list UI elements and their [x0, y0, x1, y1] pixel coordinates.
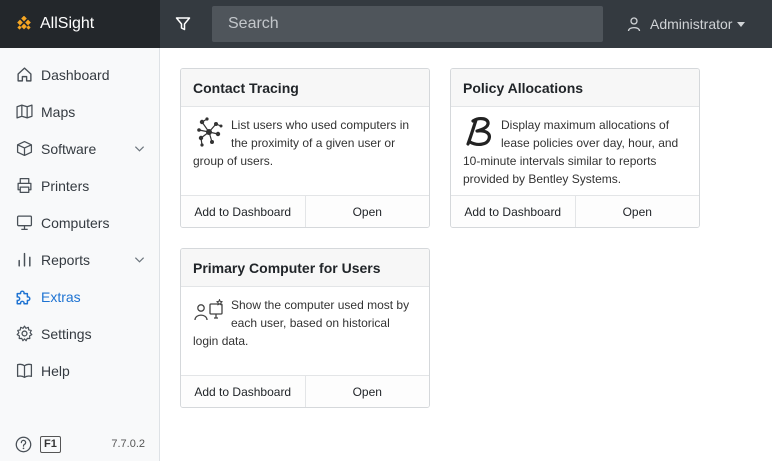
sidebar-footer: F1 7.7.0.2: [15, 434, 145, 454]
sidebar-item-label: Extras: [41, 288, 81, 305]
user-computer-icon: [194, 299, 223, 321]
card-primary-computer: Primary Computer for Users Show the comp…: [180, 248, 430, 408]
sidebar-item-help[interactable]: Help: [0, 352, 159, 389]
sidebar-item-label: Software: [41, 140, 97, 157]
sidebar-item-reports[interactable]: Reports: [0, 241, 159, 278]
user-menu[interactable]: Administrator: [626, 14, 746, 34]
sidebar-item-computers[interactable]: Computers: [0, 204, 159, 241]
card-body: List users who used computers in the pro…: [181, 107, 429, 195]
top-bar: AllSight Administrator: [0, 0, 772, 48]
card-title: Contact Tracing: [181, 69, 429, 107]
filter-button[interactable]: [172, 14, 194, 34]
monitor-icon: [15, 214, 33, 232]
add-to-dashboard-button[interactable]: Add to Dashboard: [181, 376, 305, 407]
sidebar-item-label: Dashboard: [41, 66, 110, 83]
card-footer: Add to Dashboard Open: [181, 375, 429, 407]
card-body: Display maximum allocations of lease pol…: [451, 107, 699, 195]
sidebar-item-maps[interactable]: Maps: [0, 93, 159, 130]
filter-icon: [175, 17, 191, 31]
book-icon: [15, 362, 33, 380]
puzzle-icon: [15, 288, 33, 306]
sidebar-item-dashboard[interactable]: Dashboard: [0, 56, 159, 93]
caret-down-icon: [737, 21, 746, 27]
version-label: 7.7.0.2: [111, 438, 145, 450]
allsight-logo-icon: [17, 16, 31, 30]
add-to-dashboard-button[interactable]: Add to Dashboard: [451, 196, 575, 227]
card-title: Primary Computer for Users: [181, 249, 429, 287]
card-description: Display maximum allocations of lease pol…: [463, 118, 679, 186]
card-title: Policy Allocations: [451, 69, 699, 107]
sidebar-item-label: Reports: [41, 251, 91, 268]
card-policy-allocations: Policy Allocations Display maximum alloc…: [450, 68, 700, 228]
card-description: Show the computer used most by each user…: [193, 298, 410, 348]
printer-icon: [15, 177, 33, 195]
map-icon: [15, 103, 33, 121]
sidebar-item-label: Help: [41, 362, 70, 379]
home-icon: [15, 66, 33, 84]
sidebar-item-extras[interactable]: Extras: [0, 278, 159, 315]
sidebar: Dashboard Maps Software Printers Compute…: [0, 48, 160, 461]
bentley-logo-icon: [466, 117, 491, 146]
brand[interactable]: AllSight: [0, 0, 160, 48]
open-button[interactable]: Open: [304, 376, 429, 407]
sidebar-item-label: Settings: [41, 325, 92, 342]
sidebar-item-software[interactable]: Software: [0, 130, 159, 167]
card-description: List users who used computers in the pro…: [193, 118, 410, 168]
card-footer: Add to Dashboard Open: [451, 195, 699, 227]
gear-icon: [15, 325, 33, 343]
bar-chart-icon: [15, 251, 33, 269]
search-input[interactable]: [212, 6, 603, 42]
chevron-down-icon[interactable]: [134, 143, 145, 154]
open-button[interactable]: Open: [574, 196, 699, 227]
user-name: Administrator: [650, 16, 733, 32]
chevron-down-icon[interactable]: [134, 254, 145, 265]
card-contact-tracing: Contact Tracing List users who used comp…: [180, 68, 430, 228]
sidebar-item-label: Maps: [41, 103, 76, 120]
add-to-dashboard-button[interactable]: Add to Dashboard: [181, 196, 305, 227]
brand-name: AllSight: [40, 15, 95, 32]
help-circle-icon[interactable]: [15, 436, 32, 453]
box-icon: [15, 140, 33, 158]
sidebar-item-settings[interactable]: Settings: [0, 315, 159, 352]
user-icon: [627, 17, 641, 32]
sidebar-item-label: Computers: [41, 214, 110, 231]
card-body: Show the computer used most by each user…: [181, 287, 429, 375]
sidebar-item-label: Printers: [41, 177, 90, 194]
card-footer: Add to Dashboard Open: [181, 195, 429, 227]
f1-key-badge[interactable]: F1: [40, 435, 61, 453]
open-button[interactable]: Open: [304, 196, 429, 227]
network-icon: [197, 117, 223, 147]
sidebar-item-printers[interactable]: Printers: [0, 167, 159, 204]
